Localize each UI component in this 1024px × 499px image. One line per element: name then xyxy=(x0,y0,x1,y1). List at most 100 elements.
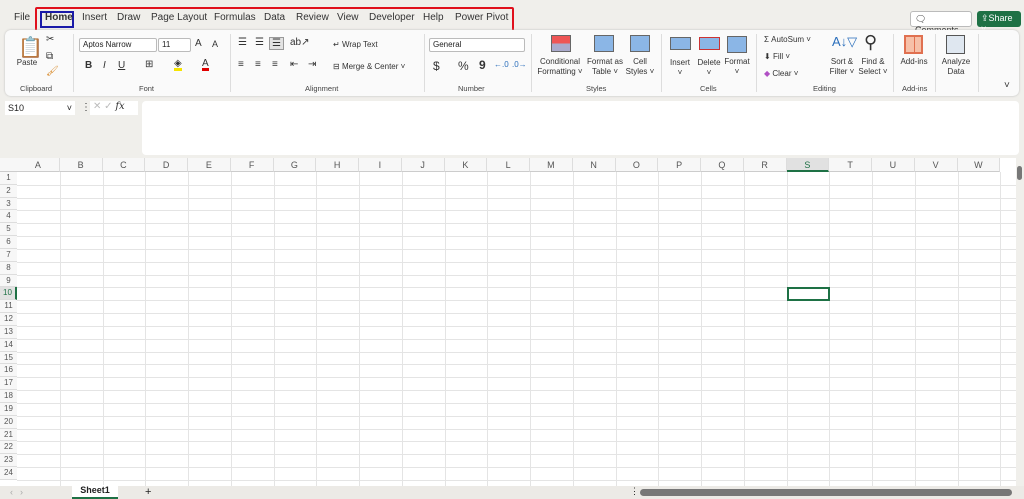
column-header[interactable]: C xyxy=(102,158,146,172)
increase-decimal-icon[interactable]: ←.0 xyxy=(494,60,509,69)
cut-icon[interactable]: ✂ xyxy=(46,34,54,45)
row-header[interactable]: 19 xyxy=(0,402,17,416)
addins-button[interactable]: Add-ins xyxy=(896,57,932,67)
column-header[interactable]: J xyxy=(401,158,445,172)
font-color-button[interactable]: A xyxy=(202,59,209,71)
find-select-button[interactable]: Find & Select ˅ xyxy=(856,57,890,77)
more-icon[interactable]: ⋮ xyxy=(630,486,639,497)
merge-center-button[interactable]: ⊟ Merge & Center ˅ xyxy=(333,62,423,72)
name-box[interactable]: S10 ˅ xyxy=(5,101,75,115)
tab-help[interactable]: Help xyxy=(423,12,444,23)
share-button[interactable]: ⇪Share ˅ xyxy=(977,11,1021,34)
column-header[interactable]: V xyxy=(914,158,958,172)
column-header[interactable]: H xyxy=(316,158,359,172)
font-size-select[interactable]: 11 xyxy=(158,38,191,52)
tab-power-pivot[interactable]: Power Pivot xyxy=(455,12,508,23)
sheet-tab[interactable]: Sheet1 xyxy=(72,485,118,499)
tab-review[interactable]: Review xyxy=(296,12,329,23)
currency-button[interactable]: $ xyxy=(433,59,440,73)
align-top-icon[interactable]: ☰ xyxy=(238,37,247,48)
tab-page-layout[interactable]: Page Layout xyxy=(151,12,207,23)
conditional-formatting-button[interactable]: Conditional Formatting ˅ xyxy=(535,57,585,77)
column-header[interactable]: S xyxy=(786,158,830,172)
next-sheet-icon[interactable]: › xyxy=(20,487,23,497)
row-header[interactable]: 23 xyxy=(0,454,17,468)
bold-button[interactable]: B xyxy=(85,60,92,71)
row-header[interactable]: 20 xyxy=(0,415,17,429)
decrease-indent-icon[interactable]: ⇤ xyxy=(290,59,298,70)
increase-indent-icon[interactable]: ⇥ xyxy=(308,59,316,70)
tab-developer[interactable]: Developer xyxy=(369,12,415,23)
row-header[interactable]: 16 xyxy=(0,364,17,378)
row-header[interactable]: 21 xyxy=(0,428,17,442)
column-header[interactable]: O xyxy=(615,158,659,172)
insert-cells-button[interactable]: Insert ˅ xyxy=(665,58,695,78)
scroll-thumb[interactable] xyxy=(1017,166,1022,180)
formula-input[interactable] xyxy=(142,101,1019,155)
underline-button[interactable]: U xyxy=(118,60,125,71)
row-header[interactable]: 18 xyxy=(0,390,17,403)
tab-data[interactable]: Data xyxy=(264,12,285,23)
add-sheet-button[interactable]: + xyxy=(145,486,151,498)
shrink-font-button[interactable]: A xyxy=(212,39,218,49)
column-header[interactable]: T xyxy=(829,158,872,172)
row-header[interactable]: 11 xyxy=(0,300,17,314)
column-header[interactable]: M xyxy=(530,158,573,172)
analyze-data-button[interactable]: Analyze Data xyxy=(938,57,974,77)
tab-draw[interactable]: Draw xyxy=(117,12,140,23)
number-format-select[interactable]: General xyxy=(429,38,525,52)
prev-sheet-icon[interactable]: ‹ xyxy=(10,487,13,497)
tab-formulas[interactable]: Formulas xyxy=(214,12,256,23)
tab-view[interactable]: View xyxy=(337,12,359,23)
tab-home[interactable]: Home xyxy=(45,12,73,23)
row-header[interactable]: 4 xyxy=(0,210,17,224)
format-as-table-button[interactable]: Format as Table ˅ xyxy=(585,57,625,77)
insert-function-button[interactable]: fx xyxy=(115,101,124,112)
decrease-decimal-icon[interactable]: .0→ xyxy=(512,60,527,69)
sort-filter-button[interactable]: Sort & Filter ˅ xyxy=(826,57,858,77)
row-header[interactable]: 14 xyxy=(0,338,17,352)
cell-styles-button[interactable]: Cell Styles ˅ xyxy=(624,57,656,77)
row-header[interactable]: 24 xyxy=(0,467,17,480)
column-header[interactable]: L xyxy=(487,158,530,172)
italic-button[interactable]: I xyxy=(103,60,106,71)
column-header[interactable]: D xyxy=(145,158,188,172)
orientation-icon[interactable]: ab↗ xyxy=(290,37,310,48)
column-header[interactable]: U xyxy=(872,158,915,172)
column-header[interactable]: B xyxy=(59,158,103,172)
row-header[interactable]: 7 xyxy=(0,248,17,262)
select-all-corner[interactable] xyxy=(0,158,17,172)
align-right-icon[interactable]: ≡ xyxy=(272,59,278,70)
row-header[interactable]: 6 xyxy=(0,236,17,249)
column-header[interactable]: I xyxy=(359,158,402,172)
row-header[interactable]: 9 xyxy=(0,274,17,288)
font-name-select[interactable]: Aptos Narrow xyxy=(79,38,157,52)
align-left-icon[interactable]: ≡ xyxy=(238,59,244,70)
column-header[interactable]: P xyxy=(658,158,701,172)
column-header[interactable]: W xyxy=(957,158,1001,172)
clear-button[interactable]: ◆ Clear ˅ xyxy=(764,69,814,79)
comma-button[interactable]: 9 xyxy=(479,58,486,72)
column-header[interactable]: K xyxy=(444,158,488,172)
row-header[interactable]: 22 xyxy=(0,441,17,455)
align-center-icon[interactable]: ≡ xyxy=(255,59,261,70)
horizontal-scrollbar[interactable] xyxy=(640,489,1012,496)
vertical-scrollbar[interactable] xyxy=(1016,158,1024,486)
tab-insert[interactable]: Insert xyxy=(82,12,107,23)
column-header[interactable]: N xyxy=(572,158,616,172)
column-header[interactable]: Q xyxy=(701,158,744,172)
row-header[interactable]: 13 xyxy=(0,325,17,339)
row-header[interactable]: 12 xyxy=(0,313,17,326)
delete-cells-button[interactable]: Delete ˅ xyxy=(694,58,724,78)
enter-icon[interactable]: ✓ xyxy=(104,101,112,112)
wrap-text-button[interactable]: ↵ Wrap Text xyxy=(333,40,393,50)
comments-button[interactable]: 🗨 Comments xyxy=(910,11,972,35)
fill-button[interactable]: ⬇ Fill ˅ xyxy=(764,52,804,62)
column-header[interactable]: G xyxy=(273,158,317,172)
percent-button[interactable]: % xyxy=(458,59,469,73)
row-header[interactable]: 15 xyxy=(0,351,17,365)
format-painter-icon[interactable]: 🖌 xyxy=(46,66,59,77)
worksheet-grid[interactable]: A B C D E F G H I J K L M N O P Q R S T U V W 1 2 3 4 5 6 7 8 9 10 11 12 13… xyxy=(0,158,1016,486)
borders-icon[interactable]: ⊞ xyxy=(145,59,153,70)
collapse-ribbon-icon[interactable]: ˅ xyxy=(1004,80,1010,91)
